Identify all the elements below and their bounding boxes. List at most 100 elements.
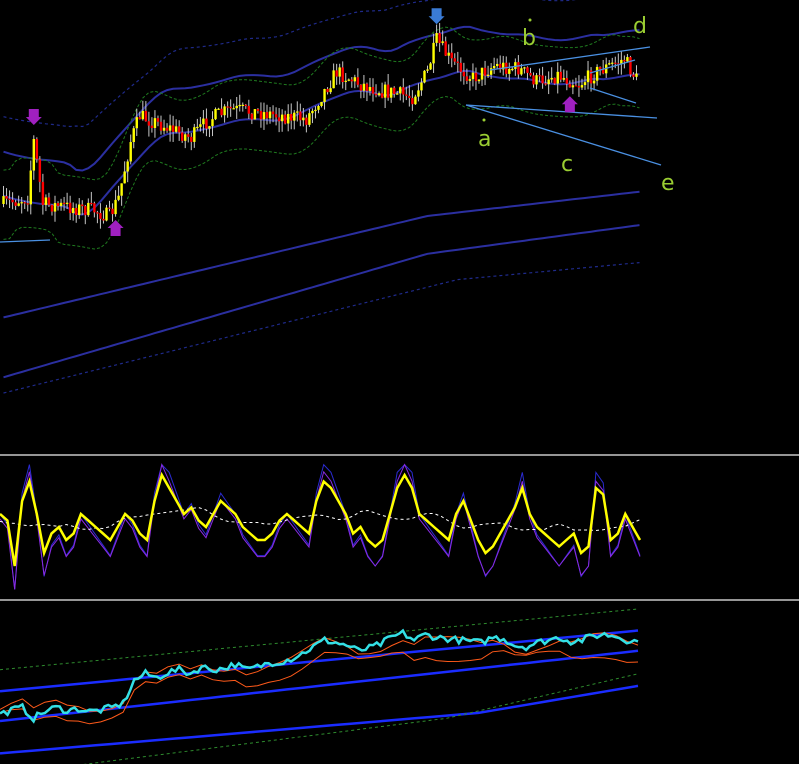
candle-body xyxy=(132,128,135,143)
candle-body xyxy=(38,159,42,182)
candle-body xyxy=(14,202,17,206)
candle-body xyxy=(59,202,63,207)
candle-body xyxy=(365,83,369,91)
candle-body xyxy=(162,127,166,131)
candle-body xyxy=(256,109,260,111)
candle-body xyxy=(47,197,51,205)
price-bands xyxy=(3,0,640,394)
candle-body xyxy=(217,108,220,110)
up-arrow-icon xyxy=(561,96,578,113)
candle-body xyxy=(359,84,363,91)
candle-body xyxy=(362,83,366,91)
candle-body xyxy=(462,71,466,77)
candle-body xyxy=(483,67,487,76)
candle-body xyxy=(429,63,432,70)
candle-body xyxy=(438,33,441,44)
candle-body xyxy=(383,84,387,98)
trading-chart[interactable]: a b c d e xyxy=(0,0,799,764)
candle-body xyxy=(11,199,14,203)
candle-body xyxy=(350,79,354,82)
candle-body xyxy=(153,118,157,128)
candle-body xyxy=(177,126,181,133)
candle-body xyxy=(286,113,290,124)
price-panel[interactable]: a b c d e xyxy=(0,0,675,394)
candle-body xyxy=(608,63,611,65)
candle-body xyxy=(129,142,132,162)
candle-body xyxy=(317,105,320,110)
candle-body xyxy=(623,59,626,62)
lower-envelope-line xyxy=(3,190,640,319)
candle-body xyxy=(165,127,169,131)
candle-body xyxy=(2,196,5,204)
candle-body xyxy=(356,77,360,85)
candle-body xyxy=(44,197,48,205)
up-arrow-icon xyxy=(107,220,124,236)
wave-label-b: b xyxy=(522,26,536,51)
indicator-lower-dotted xyxy=(82,673,639,764)
candle-body xyxy=(74,207,78,215)
candle-body xyxy=(344,80,347,83)
indicator-panel[interactable] xyxy=(0,608,639,764)
candle-body xyxy=(226,106,229,108)
candle-body xyxy=(396,93,399,95)
trendline xyxy=(589,87,637,104)
candle-body xyxy=(232,108,235,110)
candle-body xyxy=(508,68,511,74)
candle-body xyxy=(180,132,184,141)
candle-body xyxy=(571,85,575,88)
candle-body xyxy=(341,67,344,83)
candle-body xyxy=(526,67,529,73)
candle-body xyxy=(41,181,45,205)
candle-body xyxy=(71,207,75,214)
candle-body xyxy=(432,42,435,64)
candle-body xyxy=(62,202,66,205)
candle-body xyxy=(544,83,547,85)
candle-body xyxy=(84,206,87,216)
candle-body xyxy=(99,213,102,219)
lower-bollinger xyxy=(3,95,640,250)
candle-body xyxy=(308,113,311,125)
candle-body xyxy=(402,87,405,95)
trendline xyxy=(489,46,651,71)
candle-body xyxy=(629,57,632,75)
candle-body xyxy=(411,98,414,105)
candle-body xyxy=(417,90,420,97)
candle-body xyxy=(17,203,20,206)
candle-body xyxy=(117,195,120,200)
candle-body xyxy=(50,204,54,212)
wave-label-c: c xyxy=(561,152,573,177)
candle-body xyxy=(123,171,126,184)
candle-body xyxy=(426,69,429,71)
oscillator-panel[interactable] xyxy=(0,462,642,590)
candle-body xyxy=(568,83,572,88)
candle-body xyxy=(184,134,187,141)
candle-body xyxy=(338,67,341,77)
candle-body xyxy=(311,110,314,114)
candle-body xyxy=(135,117,138,129)
candle-body xyxy=(305,117,308,125)
candle-body xyxy=(614,62,617,64)
candle-body xyxy=(368,87,372,91)
candle-body xyxy=(126,161,129,172)
candle-body xyxy=(447,52,450,56)
candle-body xyxy=(371,87,375,94)
candle-body xyxy=(538,75,541,77)
candle-body xyxy=(556,71,559,84)
candle-body xyxy=(223,106,226,116)
candle-body xyxy=(574,85,578,87)
candle-body xyxy=(193,127,196,142)
candle-body xyxy=(20,202,23,204)
candle-body xyxy=(353,77,357,82)
candle-body xyxy=(93,203,96,213)
candle-body xyxy=(202,118,205,125)
candle-body xyxy=(208,126,211,129)
candle-body xyxy=(459,62,463,72)
wave-label-e: e xyxy=(661,171,675,196)
candle-body xyxy=(444,41,447,56)
candle-body xyxy=(156,118,160,122)
candle-body xyxy=(144,110,148,122)
middle-envelope-line xyxy=(3,70,640,216)
candle-body xyxy=(626,57,629,62)
candle-body xyxy=(405,94,408,96)
candle-body xyxy=(562,78,566,80)
